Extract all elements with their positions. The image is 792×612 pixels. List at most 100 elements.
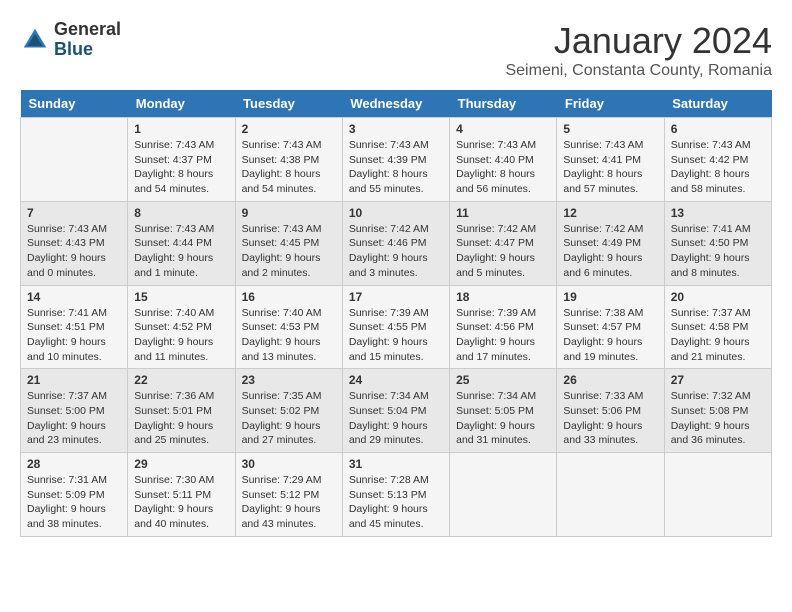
calendar-cell: 4Sunrise: 7:43 AMSunset: 4:40 PMDaylight… bbox=[450, 118, 557, 202]
calendar-cell: 16 Sunrise: 7:40 AMSunset: 4:53 PMDayligh… bbox=[235, 285, 342, 369]
calendar-body: 1 Sunrise: 7:43 AMSunset: 4:37 PMDaylight… bbox=[21, 118, 772, 537]
cell-info: Sunrise: 7:42 AMSunset: 4:49 PMDaylight:… bbox=[563, 222, 657, 281]
cell-info: Sunrise: 7:37 AMSunset: 5:00 PMDaylight:… bbox=[27, 389, 121, 448]
calendar-cell: 15Sunrise: 7:40 AMSunset: 4:52 PMDayligh… bbox=[128, 285, 235, 369]
calendar-cell: 2 Sunrise: 7:43 AMSunset: 4:38 PMDaylight… bbox=[235, 118, 342, 202]
calendar-cell: 20 Sunrise: 7:37 AMSunset: 4:58 PMDayligh… bbox=[664, 285, 771, 369]
calendar-table: Sunday Monday Tuesday Wednesday Thursday… bbox=[20, 90, 772, 537]
calendar-cell: 25 Sunrise: 7:34 AMSunset: 5:05 PMDayligh… bbox=[450, 369, 557, 453]
cell-info: Sunrise: 7:40 AMSunset: 4:52 PMDaylight:… bbox=[134, 306, 228, 365]
day-number: 7 bbox=[27, 206, 121, 220]
cell-info: Sunrise: 7:42 AMSunset: 4:46 PMDaylight:… bbox=[349, 222, 443, 281]
calendar-cell: 14Sunrise: 7:41 AMSunset: 4:51 PMDayligh… bbox=[21, 285, 128, 369]
day-number: 17 bbox=[349, 290, 443, 304]
cell-info: Sunrise: 7:43 AMSunset: 4:45 PMDaylight:… bbox=[242, 222, 336, 281]
week-row-1: 7 Sunrise: 7:43 AMSunset: 4:43 PMDaylight… bbox=[21, 201, 772, 285]
calendar-cell: 5 Sunrise: 7:43 AMSunset: 4:41 PMDaylight… bbox=[557, 118, 664, 202]
cell-info: Sunrise: 7:33 AMSunset: 5:06 PMDaylight:… bbox=[563, 389, 657, 448]
cell-info: Sunrise: 7:34 AMSunset: 5:05 PMDaylight:… bbox=[456, 389, 550, 448]
cell-info: Sunrise: 7:38 AMSunset: 4:57 PMDaylight:… bbox=[563, 306, 657, 365]
logo-icon bbox=[20, 25, 50, 55]
calendar-cell: 27 Sunrise: 7:32 AMSunset: 5:08 PMDayligh… bbox=[664, 369, 771, 453]
cell-info: Sunrise: 7:41 AMSunset: 4:51 PMDaylight:… bbox=[27, 306, 121, 365]
calendar-cell: 12 Sunrise: 7:42 AMSunset: 4:49 PMDayligh… bbox=[557, 201, 664, 285]
cell-info: Sunrise: 7:40 AMSunset: 4:53 PMDaylight:… bbox=[242, 306, 336, 365]
day-number: 2 bbox=[242, 122, 336, 136]
calendar-cell bbox=[450, 453, 557, 537]
calendar-cell bbox=[21, 118, 128, 202]
cell-info: Sunrise: 7:39 AMSunset: 4:56 PMDaylight:… bbox=[456, 306, 550, 365]
page-header: General Blue January 2024 Seimeni, Const… bbox=[20, 20, 772, 80]
calendar-cell: 3Sunrise: 7:43 AMSunset: 4:39 PMDaylight… bbox=[342, 118, 449, 202]
day-number: 12 bbox=[563, 206, 657, 220]
col-monday: Monday bbox=[128, 90, 235, 118]
calendar-cell: 21 Sunrise: 7:37 AMSunset: 5:00 PMDayligh… bbox=[21, 369, 128, 453]
location-title: Seimeni, Constanta County, Romania bbox=[505, 62, 772, 80]
day-number: 29 bbox=[134, 457, 228, 471]
cell-info: Sunrise: 7:34 AMSunset: 5:04 PMDaylight:… bbox=[349, 389, 443, 448]
day-number: 20 bbox=[671, 290, 765, 304]
header-row: Sunday Monday Tuesday Wednesday Thursday… bbox=[21, 90, 772, 118]
cell-info: Sunrise: 7:37 AMSunset: 4:58 PMDaylight:… bbox=[671, 306, 765, 365]
cell-info: Sunrise: 7:30 AMSunset: 5:11 PMDaylight:… bbox=[134, 473, 228, 532]
day-number: 31 bbox=[349, 457, 443, 471]
calendar-cell: 11Sunrise: 7:42 AMSunset: 4:47 PMDayligh… bbox=[450, 201, 557, 285]
day-number: 13 bbox=[671, 206, 765, 220]
logo-general-text: General bbox=[54, 20, 121, 40]
col-tuesday: Tuesday bbox=[235, 90, 342, 118]
calendar-cell: 28 Sunrise: 7:31 AMSunset: 5:09 PMDayligh… bbox=[21, 453, 128, 537]
cell-info: Sunrise: 7:43 AMSunset: 4:38 PMDaylight:… bbox=[242, 138, 336, 197]
calendar-cell: 7 Sunrise: 7:43 AMSunset: 4:43 PMDaylight… bbox=[21, 201, 128, 285]
cell-info: Sunrise: 7:43 AMSunset: 4:41 PMDaylight:… bbox=[563, 138, 657, 197]
day-number: 9 bbox=[242, 206, 336, 220]
cell-info: Sunrise: 7:41 AMSunset: 4:50 PMDaylight:… bbox=[671, 222, 765, 281]
cell-info: Sunrise: 7:43 AMSunset: 4:42 PMDaylight:… bbox=[671, 138, 765, 197]
day-number: 10 bbox=[349, 206, 443, 220]
week-row-2: 14Sunrise: 7:41 AMSunset: 4:51 PMDayligh… bbox=[21, 285, 772, 369]
week-row-0: 1 Sunrise: 7:43 AMSunset: 4:37 PMDaylight… bbox=[21, 118, 772, 202]
day-number: 24 bbox=[349, 373, 443, 387]
day-number: 21 bbox=[27, 373, 121, 387]
day-number: 27 bbox=[671, 373, 765, 387]
calendar-cell: 17 Sunrise: 7:39 AMSunset: 4:55 PMDayligh… bbox=[342, 285, 449, 369]
calendar-cell: 31Sunrise: 7:28 AMSunset: 5:13 PMDayligh… bbox=[342, 453, 449, 537]
day-number: 26 bbox=[563, 373, 657, 387]
day-number: 18 bbox=[456, 290, 550, 304]
day-number: 16 bbox=[242, 290, 336, 304]
cell-info: Sunrise: 7:43 AMSunset: 4:44 PMDaylight:… bbox=[134, 222, 228, 281]
col-sunday: Sunday bbox=[21, 90, 128, 118]
calendar-cell: 29 Sunrise: 7:30 AMSunset: 5:11 PMDayligh… bbox=[128, 453, 235, 537]
day-number: 28 bbox=[27, 457, 121, 471]
calendar-cell: 6 Sunrise: 7:43 AMSunset: 4:42 PMDaylight… bbox=[664, 118, 771, 202]
day-number: 11 bbox=[456, 206, 550, 220]
logo: General Blue bbox=[20, 20, 121, 60]
day-number: 8 bbox=[134, 206, 228, 220]
cell-info: Sunrise: 7:31 AMSunset: 5:09 PMDaylight:… bbox=[27, 473, 121, 532]
day-number: 22 bbox=[134, 373, 228, 387]
day-number: 6 bbox=[671, 122, 765, 136]
day-number: 5 bbox=[563, 122, 657, 136]
day-number: 1 bbox=[134, 122, 228, 136]
cell-info: Sunrise: 7:32 AMSunset: 5:08 PMDaylight:… bbox=[671, 389, 765, 448]
day-number: 25 bbox=[456, 373, 550, 387]
cell-info: Sunrise: 7:36 AMSunset: 5:01 PMDaylight:… bbox=[134, 389, 228, 448]
calendar-cell: 26 Sunrise: 7:33 AMSunset: 5:06 PMDayligh… bbox=[557, 369, 664, 453]
cell-info: Sunrise: 7:39 AMSunset: 4:55 PMDaylight:… bbox=[349, 306, 443, 365]
month-title: January 2024 bbox=[505, 20, 772, 62]
calendar-header: Sunday Monday Tuesday Wednesday Thursday… bbox=[21, 90, 772, 118]
calendar-cell: 9 Sunrise: 7:43 AMSunset: 4:45 PMDaylight… bbox=[235, 201, 342, 285]
calendar-cell: 18 Sunrise: 7:39 AMSunset: 4:56 PMDayligh… bbox=[450, 285, 557, 369]
logo-blue-text: Blue bbox=[54, 40, 121, 60]
day-number: 23 bbox=[242, 373, 336, 387]
calendar-cell bbox=[557, 453, 664, 537]
day-number: 30 bbox=[242, 457, 336, 471]
cell-info: Sunrise: 7:43 AMSunset: 4:39 PMDaylight:… bbox=[349, 138, 443, 197]
col-saturday: Saturday bbox=[664, 90, 771, 118]
cell-info: Sunrise: 7:43 AMSunset: 4:37 PMDaylight:… bbox=[134, 138, 228, 197]
week-row-4: 28 Sunrise: 7:31 AMSunset: 5:09 PMDayligh… bbox=[21, 453, 772, 537]
calendar-cell: 24 Sunrise: 7:34 AMSunset: 5:04 PMDayligh… bbox=[342, 369, 449, 453]
col-friday: Friday bbox=[557, 90, 664, 118]
cell-info: Sunrise: 7:43 AMSunset: 4:43 PMDaylight:… bbox=[27, 222, 121, 281]
col-wednesday: Wednesday bbox=[342, 90, 449, 118]
cell-info: Sunrise: 7:29 AMSunset: 5:12 PMDaylight:… bbox=[242, 473, 336, 532]
